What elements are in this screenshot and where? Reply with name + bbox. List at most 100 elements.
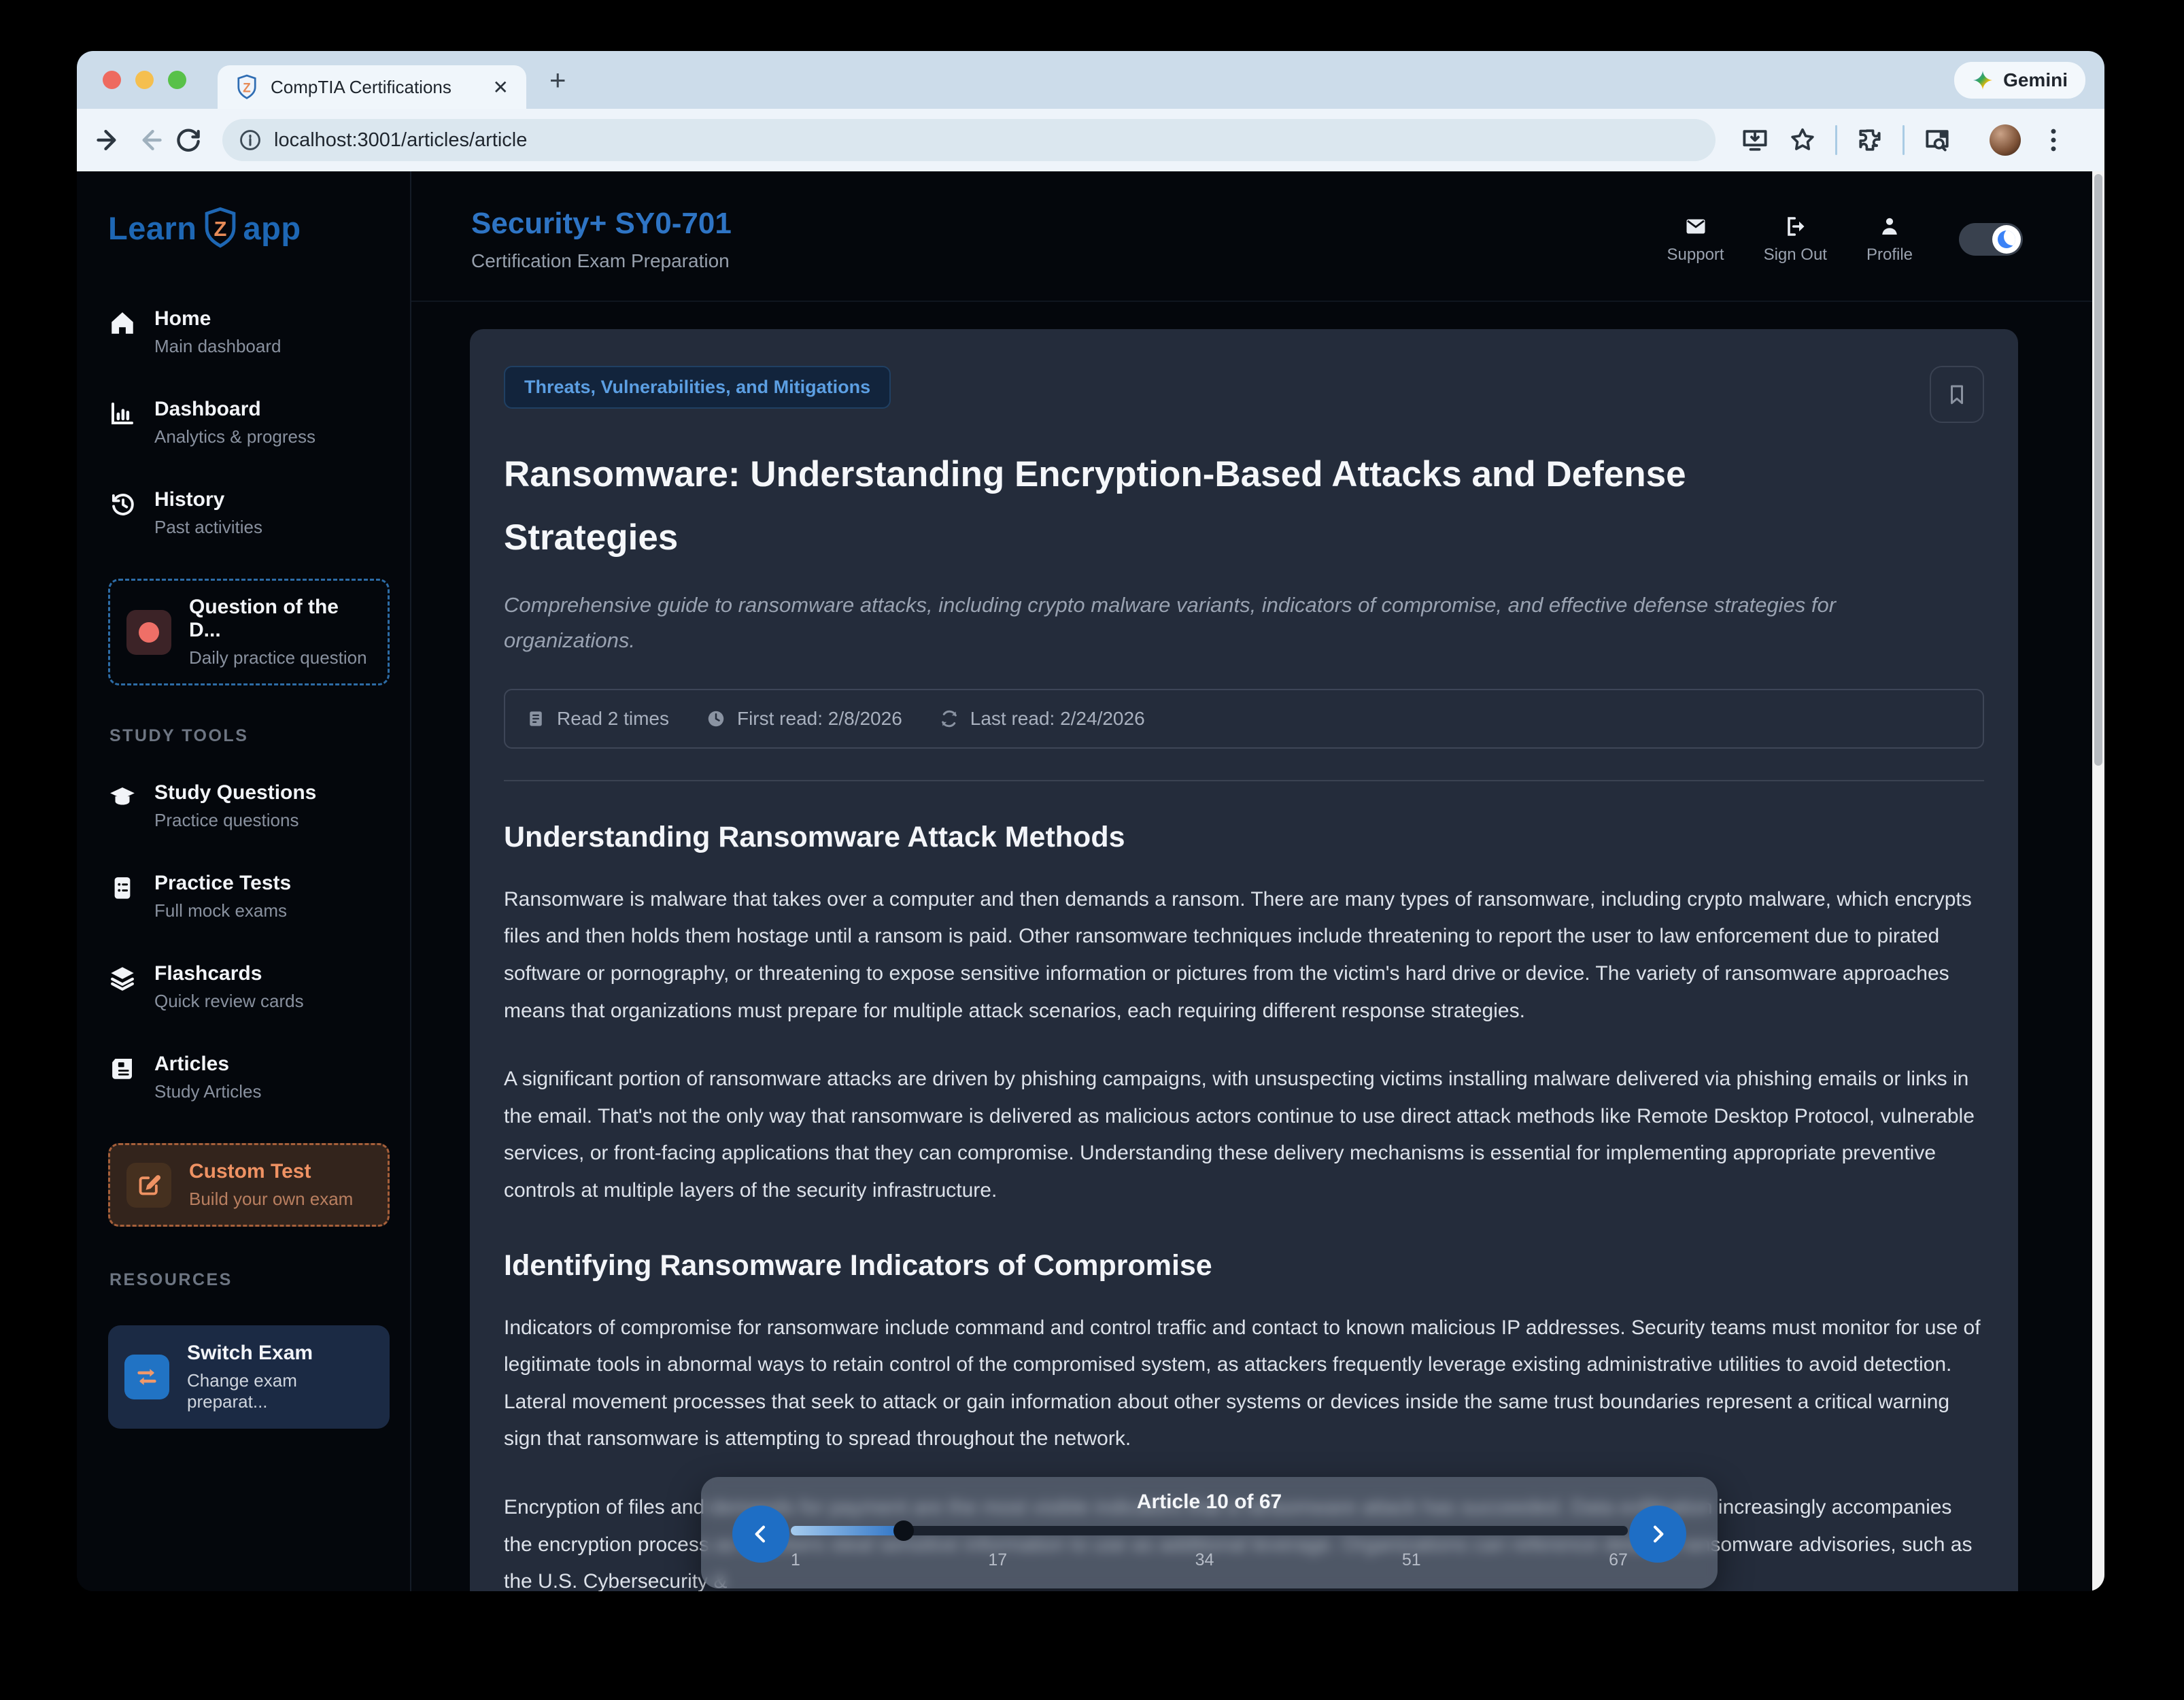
clock-icon [706, 709, 726, 729]
sidebar-item-label: Practice Tests [154, 872, 291, 895]
custom-test-card[interactable]: Custom Test Build your own exam [108, 1143, 390, 1227]
new-tab-button[interactable]: + [549, 66, 566, 95]
slider-thumb[interactable] [893, 1520, 914, 1541]
article-title: Ransomware: Understanding Encryption-Bas… [504, 443, 1803, 570]
bookmark-button[interactable] [1930, 366, 1984, 423]
tick-label: 67 [1609, 1550, 1628, 1570]
home-icon [108, 309, 137, 337]
first-read-text: First read: 2/8/2026 [737, 708, 902, 730]
sidebar-item-label: Flashcards [154, 962, 304, 985]
sidebar-item-sub: Analytics & progress [154, 426, 315, 447]
article-paragraph: Ransomware is malware that takes over a … [504, 881, 1984, 1030]
divider [504, 780, 1984, 781]
svg-text:Z: Z [243, 81, 251, 95]
profile-button[interactable]: Profile [1866, 214, 1913, 265]
toolbar-actions [1740, 124, 2068, 156]
browser-tab[interactable]: Z CompTIA Certifications ✕ [218, 65, 526, 109]
support-label: Support [1667, 245, 1724, 265]
site-info-icon[interactable] [239, 129, 262, 152]
tab-title: CompTIA Certifications [271, 77, 451, 98]
sidebar-item-sub: Practice questions [154, 810, 316, 831]
edit-icon [126, 1163, 171, 1208]
toolbar-divider [1970, 125, 1972, 155]
sidebar: Learn Z app Home Main dashboard [77, 171, 411, 1591]
back-icon[interactable] [95, 125, 124, 155]
sidebar-item-sub: Study Articles [154, 1081, 262, 1102]
profile-avatar[interactable] [1990, 124, 2021, 156]
section-label-study-tools: STUDY TOOLS [109, 726, 392, 746]
window-controls [103, 71, 186, 89]
extensions-icon[interactable] [1855, 125, 1885, 155]
sidebar-item-home[interactable]: Home Main dashboard [108, 307, 392, 357]
book-icon [526, 709, 546, 729]
sidebar-item-label: Study Questions [154, 781, 316, 804]
sidebar-item-flashcards[interactable]: Flashcards Quick review cards [108, 962, 392, 1012]
last-read-stat: Last read: 2/24/2026 [939, 708, 1145, 730]
logo-text-app: app [243, 209, 301, 247]
toolbar-divider [1835, 125, 1837, 155]
minimize-window-button[interactable] [135, 71, 154, 89]
read-count-text: Read 2 times [557, 708, 669, 730]
side-panel-search-icon[interactable] [1922, 125, 1952, 155]
scrollbar-thumb[interactable] [2094, 174, 2102, 766]
dark-mode-toggle[interactable] [1959, 223, 2023, 256]
sidebar-item-sub: Quick review cards [154, 991, 304, 1012]
switch-exam-sub: Change exam preparat... [187, 1370, 373, 1412]
section-heading: Understanding Ransomware Attack Methods [504, 821, 1984, 854]
slider-fill [791, 1526, 904, 1535]
previous-article-button[interactable] [732, 1506, 789, 1563]
profile-label: Profile [1866, 245, 1913, 265]
forward-icon[interactable] [134, 125, 164, 155]
install-icon[interactable] [1740, 125, 1770, 155]
maximize-window-button[interactable] [168, 71, 186, 89]
logo-text-learn: Learn [108, 209, 197, 247]
sidebar-item-articles[interactable]: Articles Study Articles [108, 1053, 392, 1102]
sidebar-item-study-questions[interactable]: Study Questions Practice questions [108, 781, 392, 831]
sidebar-item-dashboard[interactable]: Dashboard Analytics & progress [108, 398, 392, 447]
qotd-label: Question of the D... [189, 596, 371, 642]
qotd-sub: Daily practice question [189, 647, 371, 668]
support-button[interactable]: Support [1667, 214, 1724, 265]
history-icon [108, 490, 137, 518]
category-badge[interactable]: Threats, Vulnerabilities, and Mitigation… [504, 366, 891, 409]
url-bar[interactable]: localhost:3001/articles/article [222, 119, 1716, 161]
bookmark-icon [1945, 381, 1969, 408]
last-read-text: Last read: 2/24/2026 [970, 708, 1145, 730]
gemini-label: Gemini [2003, 69, 2068, 91]
arrow-left-icon [748, 1521, 774, 1547]
sidebar-item-label: Home [154, 307, 281, 330]
desktop: Z CompTIA Certifications ✕ + Gemini [0, 0, 2184, 1700]
toggle-knob [1992, 225, 2021, 254]
sidebar-item-label: Dashboard [154, 398, 315, 421]
app-header: Security+ SY0-701 Certification Exam Pre… [411, 171, 2104, 302]
tab-close-icon[interactable]: ✕ [493, 76, 509, 99]
question-of-the-day-card[interactable]: Question of the D... Daily practice ques… [108, 579, 390, 685]
tab-strip: Z CompTIA Certifications ✕ + Gemini [77, 51, 2104, 109]
first-read-stat: First read: 2/8/2026 [706, 708, 902, 730]
next-article-button[interactable] [1629, 1506, 1686, 1563]
menu-kebab-icon[interactable] [2038, 125, 2068, 155]
sidebar-item-practice-tests[interactable]: Practice Tests Full mock exams [108, 872, 392, 921]
svg-text:Z: Z [214, 217, 226, 241]
article-paragraph: Indicators of compromise for ransomware … [504, 1310, 1984, 1458]
article-card: Threats, Vulnerabilities, and Mitigation… [470, 329, 2018, 1591]
transfer-icon [124, 1355, 169, 1399]
reload-icon[interactable] [173, 125, 203, 155]
sidebar-item-history[interactable]: History Past activities [108, 488, 392, 538]
gemini-pill[interactable]: Gemini [1954, 62, 2085, 99]
sidebar-item-label: Articles [154, 1053, 262, 1076]
newspaper-icon [108, 1054, 137, 1083]
custom-test-sub: Build your own exam [189, 1189, 353, 1210]
sign-out-button[interactable]: Sign Out [1764, 214, 1827, 265]
browser-toolbar: localhost:3001/articles/article [77, 109, 2104, 171]
close-window-button[interactable] [103, 71, 121, 89]
article-slider[interactable] [791, 1526, 1628, 1535]
switch-exam-card[interactable]: Switch Exam Change exam preparat... [108, 1325, 390, 1429]
page-scrollbar[interactable] [2092, 171, 2104, 1591]
bookmark-star-icon[interactable] [1788, 125, 1818, 155]
tick-label: 1 [791, 1550, 800, 1570]
site-favicon-icon: Z [235, 74, 258, 100]
section-heading: Identifying Ransomware Indicators of Com… [504, 1249, 1984, 1282]
tick-label: 34 [1195, 1550, 1214, 1570]
refresh-icon [939, 709, 959, 729]
